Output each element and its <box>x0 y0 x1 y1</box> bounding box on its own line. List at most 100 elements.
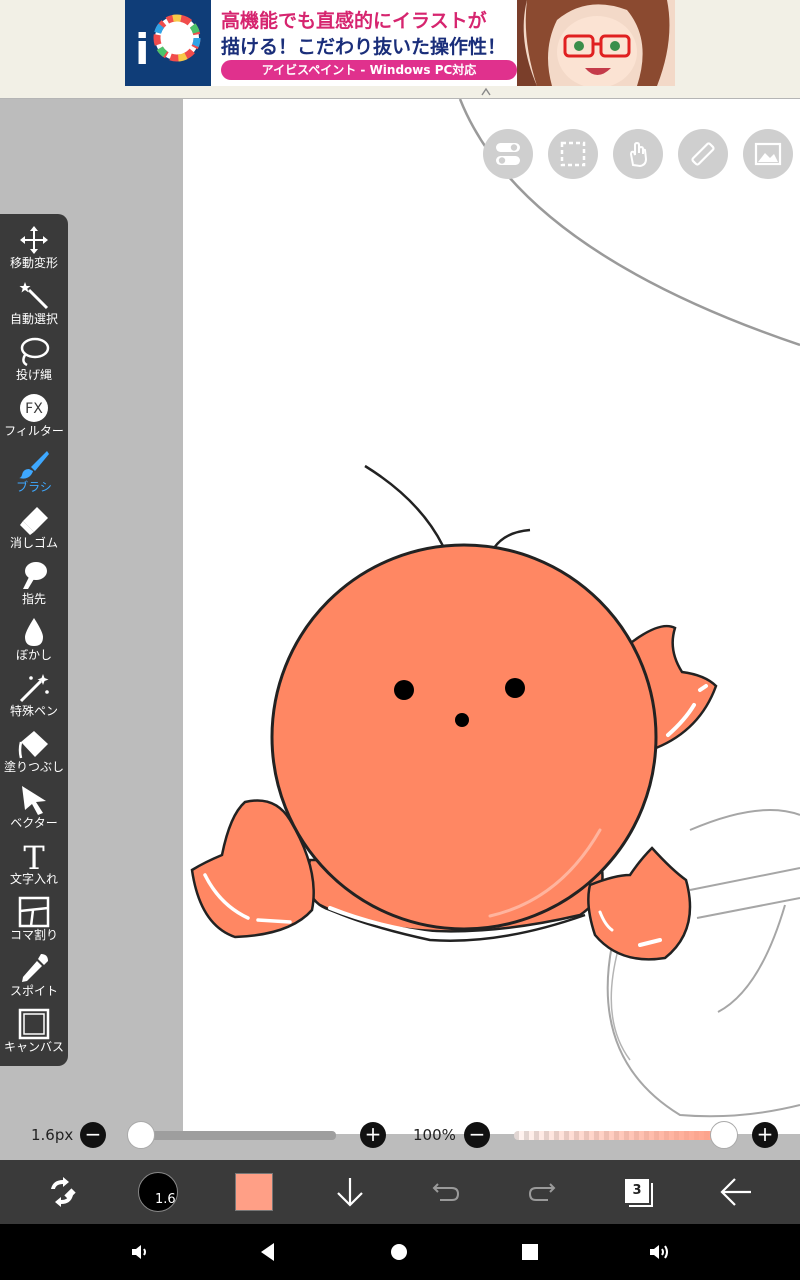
hand-icon <box>629 141 648 168</box>
back-button[interactable] <box>704 1160 768 1224</box>
image-icon <box>754 142 782 166</box>
tool-canvas[interactable]: キャンバス <box>0 998 68 1054</box>
brush-icon <box>19 451 49 479</box>
tool-label: フィルター <box>4 424 64 438</box>
import-down-button[interactable] <box>318 1160 382 1224</box>
volume-down-button[interactable] <box>116 1224 164 1280</box>
opacity-label: 100% <box>413 1126 456 1144</box>
tool-frame-divider[interactable]: コマ割り <box>0 886 68 942</box>
transform-toggle-button[interactable] <box>30 1160 94 1224</box>
canvas-frame-icon <box>18 1008 50 1040</box>
hand-tool-button[interactable] <box>613 129 663 179</box>
tool-brush[interactable]: ブラシ <box>0 438 68 494</box>
rotate-arrows-icon <box>51 1177 76 1207</box>
toggle-icon <box>496 143 520 165</box>
redo-button[interactable] <box>510 1160 574 1224</box>
ad-pill: アイビスペイント - Windows PC対応 <box>221 60 517 80</box>
tool-blur[interactable]: ぼかし <box>0 606 68 662</box>
eyedropper-icon <box>22 954 48 982</box>
toggle-settings-button[interactable] <box>483 129 533 179</box>
size-plus-button[interactable]: + <box>360 1122 386 1148</box>
tool-text[interactable]: T 文字入れ <box>0 830 68 886</box>
volume-down-icon <box>132 1245 146 1259</box>
size-slider-thumb[interactable] <box>127 1121 155 1149</box>
ad-headline-2: 描ける！こだわり抜いた操作性！ <box>221 36 507 58</box>
move-arrows-icon <box>20 226 48 254</box>
opacity-slider-track[interactable] <box>514 1131 724 1140</box>
svg-text:FX: FX <box>25 401 43 417</box>
nav-back-icon <box>261 1243 274 1261</box>
cursor-arrow-icon <box>22 786 46 815</box>
selection-button[interactable] <box>548 129 598 179</box>
tool-label: 塗りつぶし <box>3 760 65 774</box>
nav-recents-icon <box>522 1244 538 1260</box>
volume-up-button[interactable] <box>636 1224 684 1280</box>
size-slider-track[interactable] <box>140 1131 336 1140</box>
ad-character-illustration <box>517 0 675 86</box>
tool-panel: 移動変形 自動選択 投げ縄 FX フィルター ブラシ 消しゴム 指先 ぼかし 特… <box>0 214 68 1066</box>
nav-back-button[interactable] <box>244 1224 292 1280</box>
tool-eraser[interactable]: 消しゴム <box>0 494 68 550</box>
reference-image-button[interactable] <box>743 129 793 179</box>
volume-up-icon <box>650 1245 668 1259</box>
tool-label: ブラシ <box>16 480 52 494</box>
droplet-icon <box>25 618 43 646</box>
tool-filter[interactable]: FX フィルター <box>0 382 68 438</box>
opacity-plus-button[interactable]: + <box>752 1122 778 1148</box>
brush-size-indicator[interactable]: 1.6 <box>126 1160 190 1224</box>
nav-home-button[interactable] <box>375 1224 423 1280</box>
tool-label: 特殊ペン <box>9 704 58 718</box>
tool-label: 投げ縄 <box>15 368 52 382</box>
tool-eyedropper[interactable]: スポイト <box>0 942 68 998</box>
brush-size-label: 1.6px <box>31 1126 74 1144</box>
layers-button[interactable]: 3 <box>606 1160 670 1224</box>
tool-move-transform[interactable]: 移動変形 <box>0 214 68 270</box>
color-swatch-button[interactable] <box>222 1160 286 1224</box>
redo-icon <box>528 1183 556 1201</box>
layer-count: 3 <box>632 1183 642 1198</box>
text-icon: T <box>23 840 45 872</box>
tool-label: ぼかし <box>15 648 52 662</box>
tool-label: キャンバス <box>3 1040 64 1054</box>
tool-magic-wand[interactable]: 自動選択 <box>0 270 68 326</box>
tool-label: ベクター <box>10 816 58 830</box>
nav-home-icon <box>391 1244 407 1260</box>
selection-icon <box>560 141 586 167</box>
brush-slider-row: 1.6px − + 100% − + <box>0 1117 800 1157</box>
nav-recents-button[interactable] <box>506 1224 554 1280</box>
ibis-paint-logo: i <box>125 0 211 86</box>
ad-headline-1: 高機能でも直感的にイラストが <box>221 10 487 32</box>
tool-label: 指先 <box>21 592 46 606</box>
ad-bar: i 高機能でも直感的にイラストが 描ける！こだわり抜いた操作性！ アイビスペイン… <box>0 0 800 99</box>
tool-vector[interactable]: ベクター <box>0 774 68 830</box>
magic-wand-icon <box>19 282 49 310</box>
paint-bucket-icon <box>18 731 48 759</box>
system-nav-bar <box>0 1224 800 1280</box>
tool-lasso[interactable]: 投げ縄 <box>0 326 68 382</box>
ad-info-icon[interactable] <box>480 82 492 96</box>
ad-banner[interactable]: i 高機能でも直感的にイラストが 描ける！こだわり抜いた操作性！ アイビスペイン… <box>125 0 675 86</box>
tool-smudge[interactable]: 指先 <box>0 550 68 606</box>
tool-label: 移動変形 <box>9 256 58 270</box>
tool-label: 自動選択 <box>9 312 58 326</box>
ruler-button[interactable] <box>678 129 728 179</box>
opacity-slider-thumb[interactable] <box>710 1121 738 1149</box>
current-color-swatch <box>235 1173 273 1211</box>
tool-label: コマ割り <box>9 928 58 942</box>
bottom-toolbar: 1.6 3 <box>0 1160 800 1224</box>
brush-size-text: 1.6 <box>155 1192 176 1207</box>
back-arrow-icon <box>720 1178 751 1206</box>
fx-icon: FX <box>20 394 48 422</box>
tool-special-pen[interactable]: 特殊ペン <box>0 662 68 718</box>
opacity-minus-button[interactable]: − <box>464 1122 490 1148</box>
tool-label: 文字入れ <box>9 872 58 886</box>
down-arrow-icon <box>337 1178 363 1207</box>
tool-fill[interactable]: 塗りつぶし <box>0 718 68 774</box>
undo-button[interactable] <box>414 1160 478 1224</box>
drawing-canvas[interactable] <box>183 99 800 1134</box>
tool-label: 消しゴム <box>9 536 58 550</box>
frame-divider-icon <box>18 896 50 928</box>
size-minus-button[interactable]: − <box>80 1122 106 1148</box>
svg-text:i: i <box>135 25 149 74</box>
undo-icon <box>432 1183 460 1201</box>
